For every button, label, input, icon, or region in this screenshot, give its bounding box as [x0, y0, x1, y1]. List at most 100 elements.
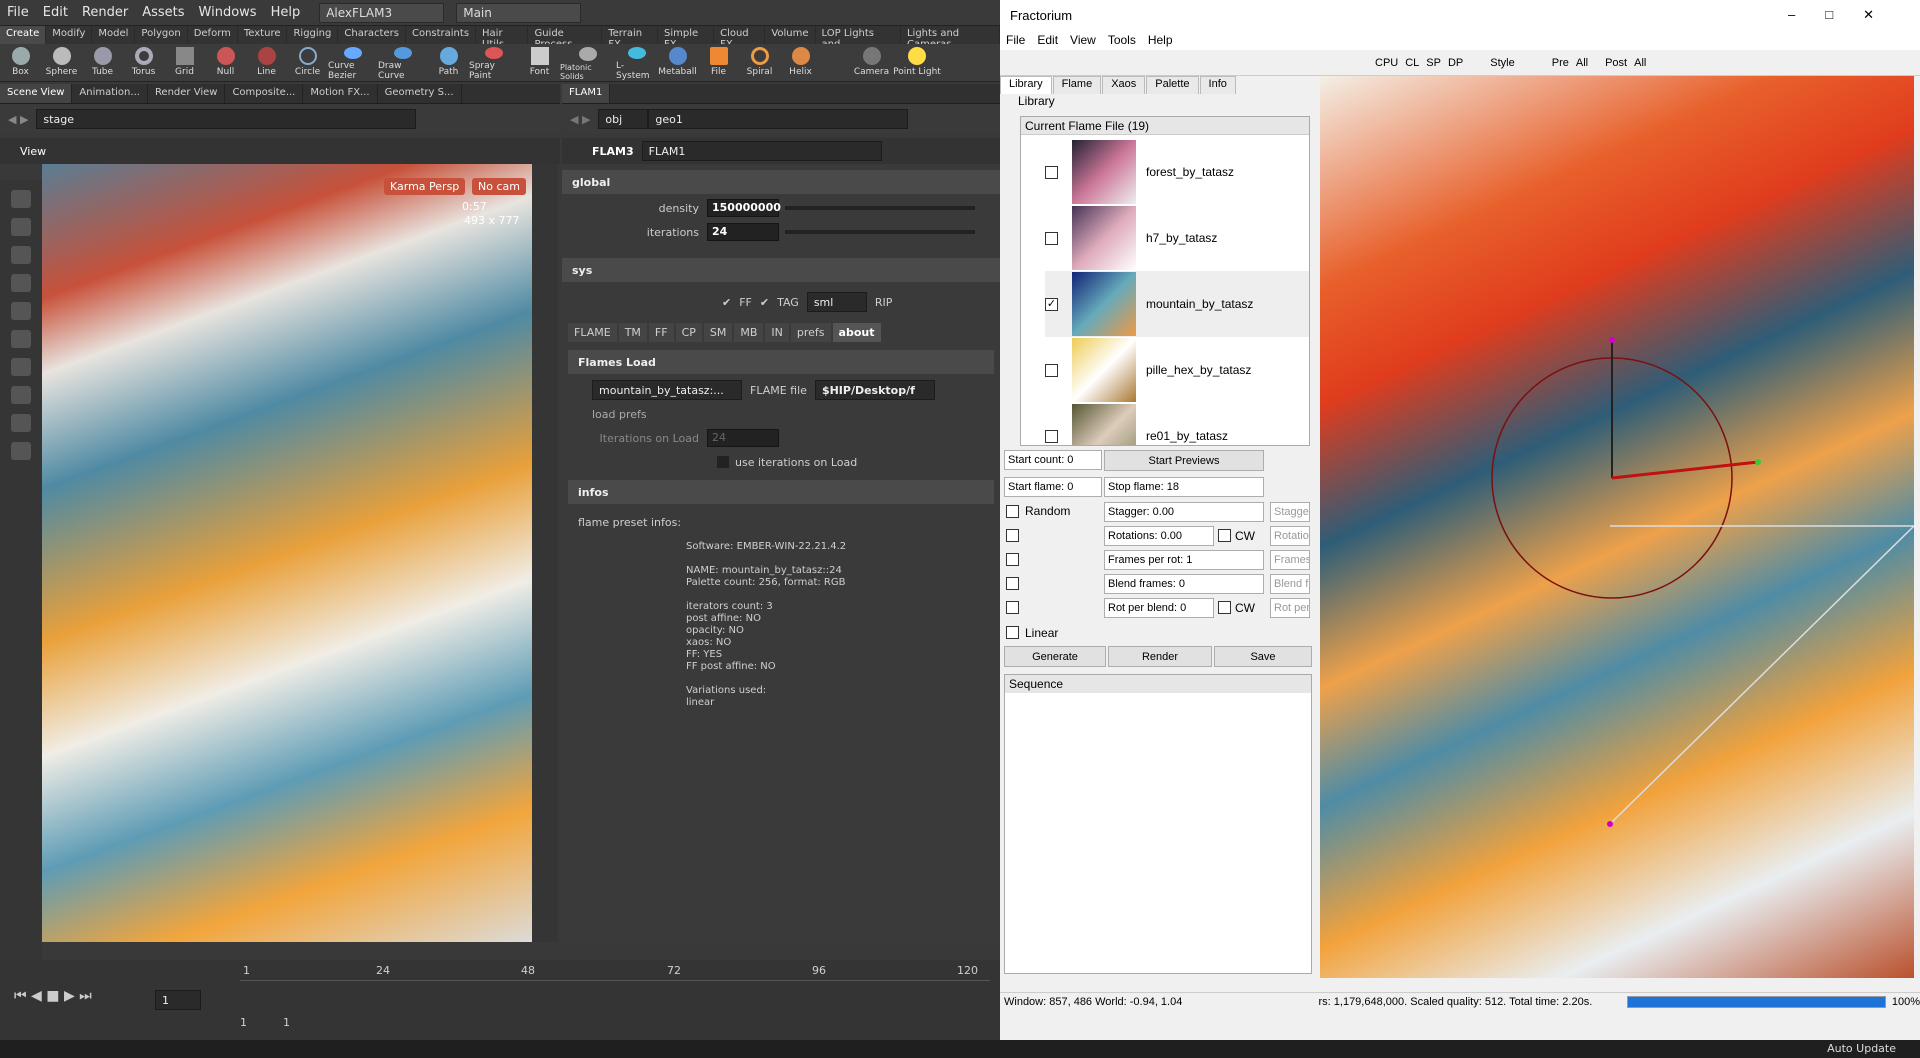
cpu-button[interactable]: CPU	[1375, 57, 1398, 69]
playback-controls[interactable]: ⏮ ◀ ■ ▶ ⏭	[14, 988, 92, 1004]
tool-spiral[interactable]: Spiral	[739, 44, 780, 81]
frame-field[interactable]: 1	[155, 990, 201, 1010]
flame-item[interactable]: ✓ mountain_by_tatasz	[1045, 271, 1309, 337]
tool-torus[interactable]: Torus	[123, 44, 164, 81]
desktop-select[interactable]: AlexFLAM3	[319, 2, 445, 23]
pre-button[interactable]: Pre	[1552, 57, 1569, 69]
tool-spray-paint[interactable]: Spray Paint	[469, 44, 519, 81]
shelf-tab[interactable]: Terrain FX	[602, 26, 659, 50]
shelf-tab[interactable]: LOP Lights and...	[816, 26, 901, 50]
range-end[interactable]: 1	[283, 1016, 290, 1029]
menu-windows[interactable]: Windows	[192, 5, 264, 20]
cw2-checkbox[interactable]	[1218, 601, 1231, 614]
shelf-tab[interactable]: Characters	[338, 26, 406, 44]
cw-checkbox[interactable]	[1218, 529, 1231, 542]
flame-checkbox[interactable]	[1045, 165, 1058, 179]
stagger-field[interactable]: Stagger: 0.00	[1104, 502, 1264, 522]
tool-tube[interactable]: Tube	[82, 44, 123, 81]
start-previews-button[interactable]: Start Previews	[1104, 450, 1264, 471]
blend-frames-field[interactable]: Blend frames: 0	[1104, 574, 1264, 594]
tool-lsystem[interactable]: L-System	[616, 44, 657, 81]
tab-sm[interactable]: SM	[703, 322, 733, 342]
start-flame-field[interactable]: Start flame: 0	[1004, 477, 1102, 497]
use-iter-checkbox[interactable]	[717, 456, 729, 468]
shelf-tab[interactable]: Deform	[188, 26, 238, 44]
iterations-slider[interactable]	[785, 230, 975, 234]
shelf-tab[interactable]: Constraints	[406, 26, 477, 44]
rotate-icon[interactable]	[11, 330, 31, 348]
shelf-tab[interactable]: Guide Process	[528, 26, 603, 50]
menu-render[interactable]: Render	[75, 5, 135, 20]
flame-checkbox[interactable]	[1045, 429, 1058, 443]
iterations-field[interactable]: 24	[707, 223, 779, 241]
tool-draw-curve[interactable]: Draw Curve	[378, 44, 428, 81]
main-select[interactable]: Main	[456, 2, 582, 23]
tab-tm[interactable]: TM	[618, 322, 647, 342]
tool-curve-bezier[interactable]: Curve Bezier	[328, 44, 378, 81]
global-folder[interactable]: global	[562, 170, 1000, 194]
post-button[interactable]: Post	[1605, 57, 1627, 69]
density-slider[interactable]	[785, 206, 975, 210]
affine-handle[interactable]	[1755, 459, 1761, 465]
affine-triangle[interactable]	[1609, 525, 1914, 825]
tool-box[interactable]: Box	[0, 44, 41, 81]
tab-flame[interactable]: FLAME	[568, 322, 617, 342]
shelf-tab[interactable]: Create	[0, 26, 47, 44]
shelf-tab[interactable]: Lights and Cameras	[901, 26, 1001, 50]
node-name-field[interactable]: FLAM1	[641, 141, 882, 161]
random-checkbox[interactable]	[1006, 504, 1019, 518]
dp-button[interactable]: DP	[1448, 57, 1463, 69]
camera-menu[interactable]: Karma Persp	[384, 178, 466, 195]
lock-icon[interactable]	[11, 218, 31, 236]
menu-edit[interactable]: Edit	[36, 5, 75, 20]
tab-xaos[interactable]: Xaos	[1102, 76, 1146, 94]
tool-sphere[interactable]: Sphere	[41, 44, 82, 81]
flame-checkbox[interactable]	[1045, 363, 1058, 377]
range-start[interactable]: 1	[240, 1016, 247, 1029]
infos-folder[interactable]: infos	[568, 480, 994, 504]
tool-point-light[interactable]: Point Light	[892, 44, 942, 81]
tab-about[interactable]: about	[832, 322, 881, 342]
shelf-tab[interactable]: Rigging	[287, 26, 339, 44]
tab-in[interactable]: IN	[765, 322, 789, 342]
menu-help[interactable]: Help	[264, 5, 308, 20]
shelf-tab[interactable]: Polygon	[135, 26, 188, 44]
tab-scene-view[interactable]: Scene View	[0, 84, 73, 103]
flame-library-tree[interactable]: Current Flame File (19) forest_by_tatasz…	[1020, 116, 1310, 446]
rpb-checkbox[interactable]	[1006, 601, 1033, 614]
shelf-tab[interactable]: Modify	[46, 26, 93, 44]
select-icon[interactable]	[11, 190, 31, 208]
menu-help[interactable]: Help	[1142, 33, 1179, 47]
shelf-tab[interactable]: Volume	[765, 26, 816, 44]
frame-value[interactable]: 1	[155, 990, 201, 1010]
tab-ff[interactable]: FF	[648, 322, 674, 342]
sequence-tree[interactable]: Sequence	[1004, 674, 1312, 974]
tool-file[interactable]: File	[698, 44, 739, 81]
tab-render-view[interactable]: Render View	[148, 84, 226, 103]
flame-item[interactable]: h7_by_tatasz	[1045, 205, 1309, 271]
back-arrow-icon[interactable]: ◀ ▶	[570, 113, 590, 126]
tool-camera[interactable]: Camera	[851, 44, 892, 81]
camera-icon[interactable]	[11, 414, 31, 432]
tab-animation[interactable]: Animation...	[72, 84, 148, 103]
pre-all-button[interactable]: All	[1576, 57, 1588, 69]
blend-checkbox[interactable]	[1006, 577, 1033, 590]
tool-helix[interactable]: Helix	[780, 44, 821, 81]
render-button[interactable]: Render	[1108, 646, 1212, 667]
back-arrow-icon[interactable]: ◀ ▶	[8, 113, 28, 126]
rotations-field[interactable]: Rotations: 0.00	[1104, 526, 1214, 546]
shelf-tab[interactable]: Texture	[238, 26, 288, 44]
tool-platonic[interactable]: Platonic Solids	[560, 44, 616, 81]
blend-fr-field[interactable]: Blend fr	[1270, 574, 1310, 594]
menu-file[interactable]: File	[0, 5, 36, 20]
sys-folder[interactable]: sys	[562, 258, 1000, 282]
density-field[interactable]: 150000000	[707, 199, 781, 217]
frames-field[interactable]: Frames	[1270, 550, 1310, 570]
rotatio-field[interactable]: Rotatio	[1270, 526, 1310, 546]
tab-palette[interactable]: Palette	[1146, 76, 1199, 94]
magnet-icon[interactable]	[11, 386, 31, 404]
view-label[interactable]: View	[20, 145, 46, 158]
stop-flame-field[interactable]: Stop flame: 18	[1104, 477, 1264, 497]
generate-button[interactable]: Generate	[1004, 646, 1106, 667]
shelf-tab[interactable]: Simple FX	[658, 26, 715, 50]
